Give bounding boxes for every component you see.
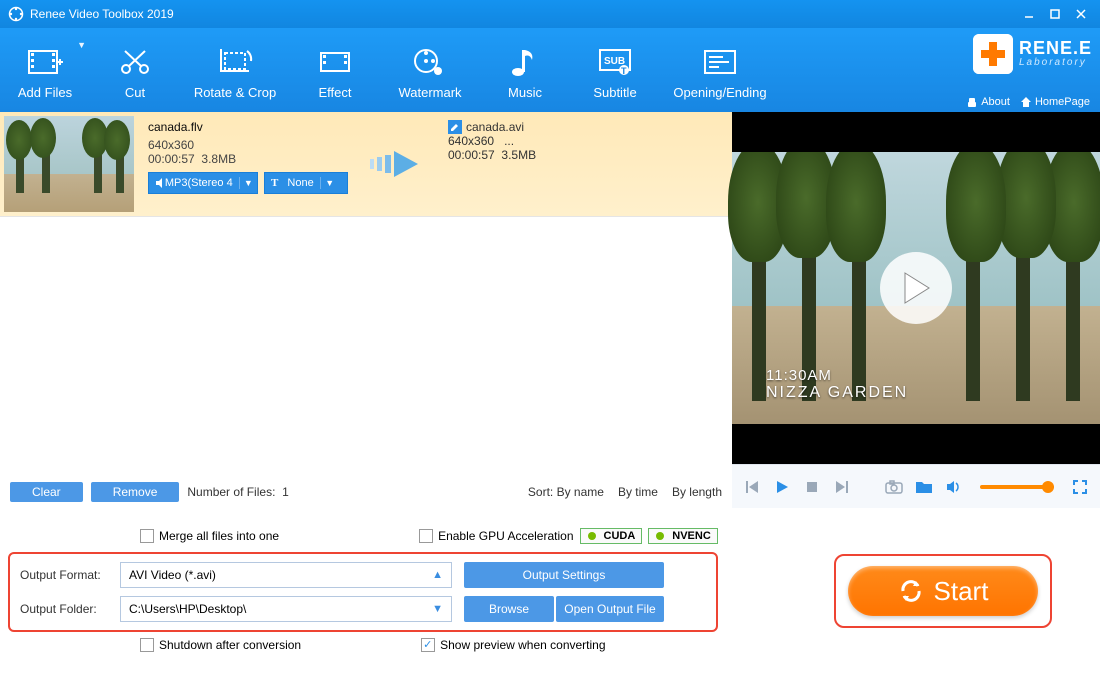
homepage-link[interactable]: HomePage xyxy=(1020,96,1090,108)
nvenc-badge: NVENC xyxy=(648,528,718,544)
browse-button[interactable]: Browse xyxy=(464,596,554,622)
sort-options: Sort: By name By time By length xyxy=(528,485,722,499)
shutdown-label: Shutdown after conversion xyxy=(159,638,301,652)
merge-label: Merge all files into one xyxy=(159,529,279,543)
list-actions-bar: Clear Remove Number of Files: 1 Sort: By… xyxy=(0,476,732,508)
audio-dropdown[interactable]: MP3(Stereo 4▼ xyxy=(148,172,258,194)
output-filename: canada.avi xyxy=(466,120,524,134)
sort-label: Sort: By name xyxy=(528,485,604,499)
volume-slider[interactable] xyxy=(980,485,1054,489)
preview-overlay-text: 11:30AM NIZZA GARDEN xyxy=(766,367,908,402)
close-button[interactable] xyxy=(1070,5,1092,23)
player-controls xyxy=(732,464,1100,508)
source-duration-size: 00:00:57 3.8MB xyxy=(148,152,348,166)
convert-arrow-icon xyxy=(358,112,438,216)
tool-add-files[interactable]: ▼ Add Files xyxy=(0,28,90,112)
brand-logo: RENE.E Laboratory xyxy=(973,34,1092,74)
watermark-icon xyxy=(409,41,451,83)
tool-subtitle[interactable]: SUBT Subtitle xyxy=(570,28,660,112)
minimize-button[interactable] xyxy=(1018,5,1040,23)
start-button[interactable]: Start xyxy=(848,566,1038,616)
show-preview-checkbox[interactable] xyxy=(421,638,435,652)
gpu-label: Enable GPU Acceleration xyxy=(438,529,573,543)
tool-label: Music xyxy=(508,85,542,100)
sort-by-length[interactable]: By length xyxy=(672,485,722,499)
start-label: Start xyxy=(934,576,989,607)
edit-icon[interactable] xyxy=(448,120,462,134)
open-output-file-button[interactable]: Open Output File xyxy=(556,596,664,622)
maximize-button[interactable] xyxy=(1044,5,1066,23)
svg-text:T: T xyxy=(621,66,627,76)
titlebar: Renee Video Toolbox 2019 xyxy=(0,0,1100,28)
fullscreen-button[interactable] xyxy=(1070,477,1090,497)
file-count-label: Number of Files: 1 xyxy=(187,485,288,499)
tool-label: Effect xyxy=(318,85,351,100)
file-thumbnail xyxy=(4,116,134,212)
film-add-icon xyxy=(24,41,66,83)
snapshot-button[interactable] xyxy=(884,477,904,497)
music-icon xyxy=(504,41,546,83)
film-icon xyxy=(314,41,356,83)
output-settings-button[interactable]: Output Settings xyxy=(464,562,664,588)
merge-checkbox[interactable] xyxy=(140,529,154,543)
tool-cut[interactable]: Cut xyxy=(90,28,180,112)
opening-icon xyxy=(699,41,741,83)
play-button-small[interactable] xyxy=(772,477,792,497)
source-file-info: canada.flv 640x360 00:00:57 3.8MB MP3(St… xyxy=(138,112,358,216)
remove-button[interactable]: Remove xyxy=(91,482,180,502)
about-link[interactable]: About xyxy=(966,96,1010,108)
refresh-icon xyxy=(898,578,924,604)
tool-label: Cut xyxy=(125,85,145,100)
chevron-up-icon: ▲ xyxy=(432,569,443,581)
sort-by-time[interactable]: By time xyxy=(618,485,658,499)
output-format-label: Output Format: xyxy=(20,568,120,582)
app-title: Renee Video Toolbox 2019 xyxy=(30,7,174,21)
brand-links: About HomePage xyxy=(966,96,1090,108)
output-highlight-box: Output Format: AVI Video (*.avi)▲ Output… xyxy=(8,552,718,632)
tool-label: Rotate & Crop xyxy=(194,85,276,100)
source-filename: canada.flv xyxy=(148,120,348,134)
chevron-down-icon: ▼ xyxy=(77,40,86,50)
output-format-select[interactable]: AVI Video (*.avi)▲ xyxy=(120,562,452,588)
clear-button[interactable]: Clear xyxy=(10,482,83,502)
prev-button[interactable] xyxy=(742,477,762,497)
app-logo-icon xyxy=(8,6,24,22)
tool-opening-ending[interactable]: Opening/Ending xyxy=(660,28,780,112)
source-dimensions: 640x360 xyxy=(148,138,348,152)
shutdown-checkbox[interactable] xyxy=(140,638,154,652)
stop-button[interactable] xyxy=(802,477,822,497)
output-folder-label: Output Folder: xyxy=(20,602,120,616)
volume-icon[interactable] xyxy=(944,477,964,497)
scissors-icon xyxy=(114,41,156,83)
brand-name: RENE.E xyxy=(1019,40,1092,56)
crop-icon xyxy=(214,41,256,83)
tool-watermark[interactable]: Watermark xyxy=(380,28,480,112)
output-folder-select[interactable]: C:\Users\HP\Desktop\▼ xyxy=(120,596,452,622)
subtitle-icon: SUBT xyxy=(594,41,636,83)
play-button[interactable] xyxy=(880,252,952,324)
toolbar: ▼ Add Files Cut Rotate & Crop Effect Wat… xyxy=(0,28,1100,112)
next-button[interactable] xyxy=(832,477,852,497)
tool-label: Add Files xyxy=(18,85,72,100)
chevron-down-icon: ▼ xyxy=(432,603,443,615)
preview-panel: 11:30AM NIZZA GARDEN xyxy=(732,112,1100,464)
gpu-checkbox[interactable] xyxy=(419,529,433,543)
tool-effect[interactable]: Effect xyxy=(290,28,380,112)
start-highlight-box: Start xyxy=(834,554,1052,628)
cuda-badge: CUDA xyxy=(580,528,643,544)
tool-label: Subtitle xyxy=(593,85,636,100)
brand-sub: Laboratory xyxy=(1019,57,1092,68)
show-preview-label: Show preview when converting xyxy=(440,638,605,652)
brand-plus-icon xyxy=(973,34,1013,74)
tool-music[interactable]: Music xyxy=(480,28,570,112)
subtitle-dropdown[interactable]: T None▼ xyxy=(264,172,348,194)
tool-label: Opening/Ending xyxy=(673,85,766,100)
tool-rotate-crop[interactable]: Rotate & Crop xyxy=(180,28,290,112)
open-folder-button[interactable] xyxy=(914,477,934,497)
tool-label: Watermark xyxy=(398,85,461,100)
